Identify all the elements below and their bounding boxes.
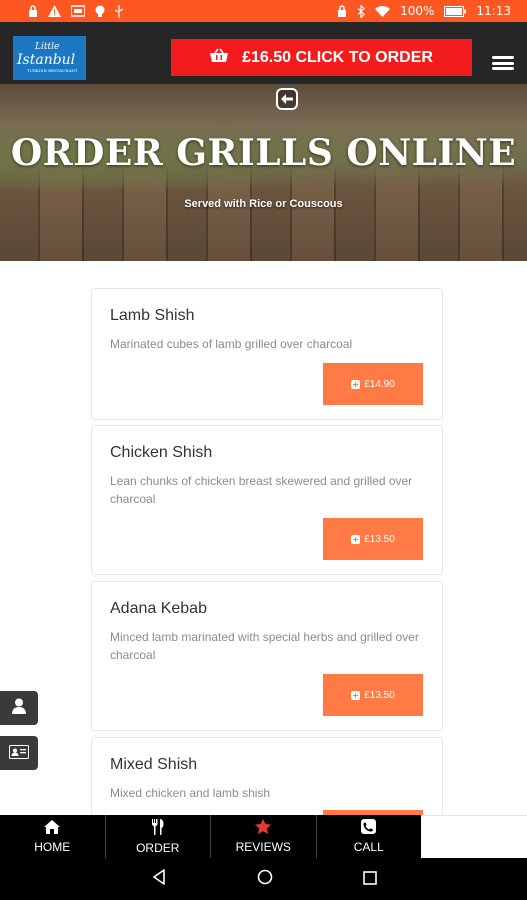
menu-item-name: Mixed Shish <box>110 756 198 773</box>
menu-item-card: Adana Kebab Minced lamb marinated with s… <box>91 581 443 731</box>
order-button-label: £16.50 CLICK TO ORDER <box>242 48 433 66</box>
star-icon <box>255 819 272 837</box>
nav-order[interactable]: ORDER <box>106 815 211 858</box>
price-label: £13.50 <box>364 689 395 701</box>
bluetooth-icon <box>357 4 365 18</box>
lock-icon <box>337 5 347 17</box>
menu-item-description: Minced lamb marinated with special herbs… <box>110 630 419 662</box>
menu-item-card: Chicken Shish Lean chunks of chicken bre… <box>91 425 443 575</box>
home-icon <box>44 819 61 837</box>
cutlery-icon <box>151 818 165 838</box>
nav-order-label: ORDER <box>136 840 180 855</box>
menu-item-name: Chicken Shish <box>110 444 213 461</box>
logo-line-1: Little <box>35 42 60 52</box>
page-subtitle: Served with Rice or Couscous <box>184 198 343 210</box>
price-label: £13.50 <box>364 533 395 545</box>
menu-item-description: Lean chunks of chicken breast skewered a… <box>110 474 413 506</box>
nav-reviews[interactable]: REVIEWS <box>211 815 317 858</box>
nav-home-label: HOME <box>34 839 71 854</box>
recents-icon[interactable] <box>362 870 377 889</box>
menu-item-description: Marinated cubes of lamb grilled over cha… <box>110 337 353 351</box>
nav-home[interactable]: HOME <box>0 815 106 858</box>
plus-icon <box>351 379 361 389</box>
id-card-icon <box>9 744 29 763</box>
back-icon[interactable] <box>151 869 167 889</box>
plus-icon <box>351 534 361 544</box>
wifi-icon <box>375 5 391 17</box>
menu-item-card: Mixed Shish Mixed chicken and lamb shish <box>91 737 443 828</box>
price-label: £14.90 <box>364 378 395 390</box>
nav-call[interactable]: CALL <box>317 815 422 858</box>
contact-card-button[interactable] <box>0 736 38 770</box>
plus-icon <box>351 690 361 700</box>
cart-order-button[interactable]: £16.50 CLICK TO ORDER <box>171 39 472 76</box>
add-to-order-button[interactable]: £14.90 <box>323 363 423 405</box>
menu-item-name: Lamb Shish <box>110 307 195 324</box>
hero-banner: ORDER GRILLS ONLINE Served with Rice or … <box>0 84 527 261</box>
nav-reviews-label: REVIEWS <box>235 840 291 854</box>
menu-icon[interactable] <box>492 56 514 70</box>
add-to-order-button[interactable]: £13.50 <box>323 518 423 560</box>
app-header: Little Istanbul TURKISH RESTAURANT £16.5… <box>0 22 527 84</box>
user-icon <box>12 698 26 718</box>
battery-percentage: 100% <box>400 4 435 18</box>
account-button[interactable] <box>0 691 38 725</box>
logo-line-2: Istanbul <box>17 52 76 68</box>
menu-item-card: Lamb Shish Marinated cubes of lamb grill… <box>91 288 443 420</box>
back-arrow-icon[interactable] <box>276 88 298 110</box>
restaurant-logo[interactable]: Little Istanbul TURKISH RESTAURANT <box>13 36 86 80</box>
page-title: ORDER GRILLS ONLINE <box>10 132 517 174</box>
menu-item-name: Adana Kebab <box>110 600 207 617</box>
usb-icon <box>115 4 123 18</box>
add-to-order-button[interactable]: £13.50 <box>323 674 423 716</box>
bottom-navigation: HOME ORDER REVIEWS CALL <box>0 815 527 858</box>
status-bar: 100% 11:13 <box>0 0 527 22</box>
shopping-basket-icon <box>210 48 229 68</box>
nav-filler <box>421 815 527 858</box>
battery-icon <box>444 5 467 17</box>
nav-call-label: CALL <box>353 840 384 854</box>
warning-icon <box>48 5 61 17</box>
phone-icon <box>361 819 377 837</box>
lightbulb-icon <box>95 5 105 18</box>
logo-line-3: TURKISH RESTAURANT <box>27 68 78 73</box>
system-navigation-bar <box>0 858 527 900</box>
lock-icon <box>28 5 38 17</box>
clock: 11:13 <box>476 4 511 18</box>
sale-icon <box>71 5 85 17</box>
menu-item-description: Mixed chicken and lamb shish <box>110 786 271 800</box>
home-circle-icon[interactable] <box>257 869 273 889</box>
